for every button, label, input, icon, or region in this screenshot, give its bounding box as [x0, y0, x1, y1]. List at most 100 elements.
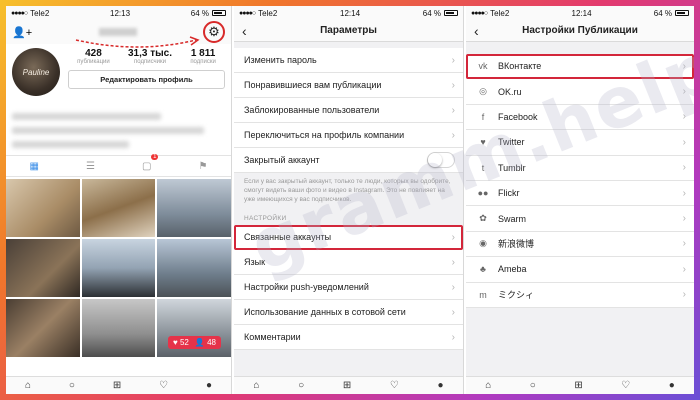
- ameba-icon: ♣: [480, 264, 486, 275]
- profile-icon[interactable]: ●: [669, 380, 675, 391]
- battery-icon: [212, 10, 226, 16]
- search-icon[interactable]: ○: [69, 380, 75, 391]
- facebook-icon: f: [481, 111, 485, 122]
- service-item-tumblr[interactable]: t Tumblr ›: [466, 155, 694, 181]
- chevron-right-icon: ›: [451, 54, 455, 66]
- photo-thumb[interactable]: [6, 179, 80, 237]
- page-title: Настройки Публикации: [522, 25, 638, 36]
- service-item-weibo[interactable]: ◉ 新浪微博 ›: [466, 231, 694, 258]
- profile-icon[interactable]: ●: [206, 380, 212, 391]
- chevron-right-icon: ›: [451, 231, 455, 243]
- grid-view-icon[interactable]: ▦: [30, 161, 39, 172]
- settings-item-liked-posts[interactable]: Понравившиеся вам публикации ›: [234, 73, 463, 98]
- settings-item-language[interactable]: Язык ›: [234, 250, 463, 276]
- settings-item-cellular-data[interactable]: Использование данных в сотовой сети ›: [234, 300, 463, 326]
- photo-thumb[interactable]: [157, 179, 231, 237]
- likes-count: ♥ 52: [173, 338, 189, 347]
- status-bar: ●●●●○ Tele2 12:14 64 %: [234, 6, 463, 20]
- add-post-icon[interactable]: ⊞: [113, 380, 121, 391]
- service-label: Ameba: [498, 264, 527, 275]
- home-icon[interactable]: ⌂: [485, 380, 491, 391]
- home-icon[interactable]: ⌂: [25, 380, 31, 391]
- settings-item-blocked-users[interactable]: Заблокированные пользователи ›: [234, 98, 463, 123]
- tagged-badge: 1: [151, 153, 159, 160]
- service-item-mixi[interactable]: m ミクシィ ›: [466, 282, 694, 308]
- new-followers-count: 👤 48: [194, 338, 216, 347]
- battery-icon: [444, 10, 458, 16]
- settings-item-comments[interactable]: Комментарии ›: [234, 325, 463, 351]
- section-heading: НАСТРОЙКИ: [234, 209, 463, 226]
- settings-gear-icon[interactable]: ⚙: [203, 21, 225, 43]
- photo-thumb[interactable]: [6, 239, 80, 297]
- private-account-toggle[interactable]: [427, 152, 455, 168]
- avatar[interactable]: Pauline: [12, 48, 60, 96]
- chevron-right-icon: ›: [451, 306, 455, 318]
- add-post-icon[interactable]: ⊞: [343, 380, 351, 391]
- settings-item-linked-accounts[interactable]: Связанные аккаунты ›: [234, 225, 463, 251]
- profile-panel: ●●●●○ Tele2 12:13 64 % 👤+ ⚙ Pauline 428 пу…: [6, 6, 232, 394]
- stat-followers[interactable]: 31,3 тыс. подписчики: [128, 48, 172, 65]
- heart-icon[interactable]: ♡: [390, 380, 399, 391]
- photo-thumb[interactable]: [157, 239, 231, 297]
- tagged-icon[interactable]: ▢ 1: [142, 153, 159, 172]
- chevron-right-icon: ›: [682, 111, 686, 123]
- chevron-right-icon: ›: [451, 79, 455, 91]
- photo-thumb[interactable]: [81, 239, 156, 297]
- tumblr-icon: t: [481, 162, 485, 173]
- home-icon[interactable]: ⌂: [253, 380, 259, 391]
- stat-posts[interactable]: 428 публикации: [77, 48, 110, 65]
- pointer-arrow: [75, 36, 200, 48]
- chevron-right-icon: ›: [682, 86, 686, 98]
- photo-thumb[interactable]: ♥ 52 👤 48: [157, 299, 231, 357]
- weibo-icon: ◉: [479, 238, 487, 249]
- saved-icon[interactable]: ⚑: [198, 161, 207, 172]
- vk-icon: vk: [478, 61, 488, 72]
- ok-icon: ◎: [479, 86, 487, 97]
- add-post-icon[interactable]: ⊞: [574, 380, 582, 391]
- sharing-settings-panel: ●●●●○ Tele2 12:14 64 % ‹ Настройки Публик…: [466, 6, 694, 394]
- chevron-right-icon: ›: [682, 162, 686, 174]
- add-user-icon[interactable]: 👤+: [12, 26, 32, 39]
- service-label: ВКонтакте: [498, 61, 542, 72]
- service-item-twitter[interactable]: ♥ Twitter ›: [466, 130, 694, 156]
- service-label: ミクシィ: [498, 290, 535, 301]
- service-item-facebook[interactable]: f Facebook ›: [466, 104, 694, 131]
- signal-icon: ●●●●○: [239, 9, 256, 17]
- settings-item-change-password[interactable]: Изменить пароль ›: [234, 48, 463, 73]
- chevron-right-icon: ›: [451, 281, 455, 293]
- search-icon[interactable]: ○: [530, 380, 536, 391]
- stat-following[interactable]: 1 811 подписки: [190, 48, 216, 65]
- back-chevron-icon[interactable]: ‹: [242, 23, 247, 39]
- activity-popup[interactable]: ♥ 52 👤 48: [168, 336, 221, 349]
- photo-thumb[interactable]: [81, 299, 156, 357]
- edit-profile-button[interactable]: Редактировать профиль: [68, 70, 225, 89]
- chevron-right-icon: ›: [451, 256, 455, 268]
- service-item-vk[interactable]: vk ВКонтакте ›: [466, 54, 694, 80]
- photo-thumb[interactable]: [81, 179, 156, 237]
- back-chevron-icon[interactable]: ‹: [474, 23, 479, 39]
- battery-icon: [675, 10, 689, 16]
- list-view-icon[interactable]: ☰: [86, 161, 95, 172]
- heart-icon[interactable]: ♡: [159, 380, 168, 391]
- heart-icon[interactable]: ♡: [621, 380, 630, 391]
- settings-item-business-profile[interactable]: Переключиться на профиль компании ›: [234, 123, 463, 148]
- search-icon[interactable]: ○: [298, 380, 304, 391]
- settings-navbar: ‹ Параметры: [234, 20, 463, 42]
- chevron-right-icon: ›: [682, 289, 686, 301]
- private-account-note: Если у вас закрытый аккаунт, только те л…: [234, 173, 463, 210]
- photo-thumb[interactable]: [6, 299, 80, 357]
- profile-icon[interactable]: ●: [438, 380, 444, 391]
- service-item-ameba[interactable]: ♣ Ameba ›: [466, 257, 694, 283]
- swarm-icon: ✿: [479, 213, 487, 224]
- username-blurred[interactable]: [98, 28, 137, 36]
- settings-list-top: Изменить пароль › Понравившиеся вам публи…: [234, 48, 463, 173]
- service-item-swarm[interactable]: ✿ Swarm ›: [466, 206, 694, 232]
- carrier: Tele2: [30, 8, 50, 18]
- linked-services-list: vk ВКонтакте › ◎ OK.ru › f Facebook › ♥ Twitter › t T…: [466, 54, 694, 308]
- settings-item-push[interactable]: Настройки push-уведомлений ›: [234, 275, 463, 301]
- service-item-flickr[interactable]: ●● Flickr ›: [466, 180, 694, 207]
- battery-percent: 64 %: [190, 8, 209, 18]
- chevron-right-icon: ›: [682, 187, 686, 199]
- service-item-ok[interactable]: ◎ OK.ru ›: [466, 79, 694, 105]
- service-label: 新浪微博: [498, 239, 535, 250]
